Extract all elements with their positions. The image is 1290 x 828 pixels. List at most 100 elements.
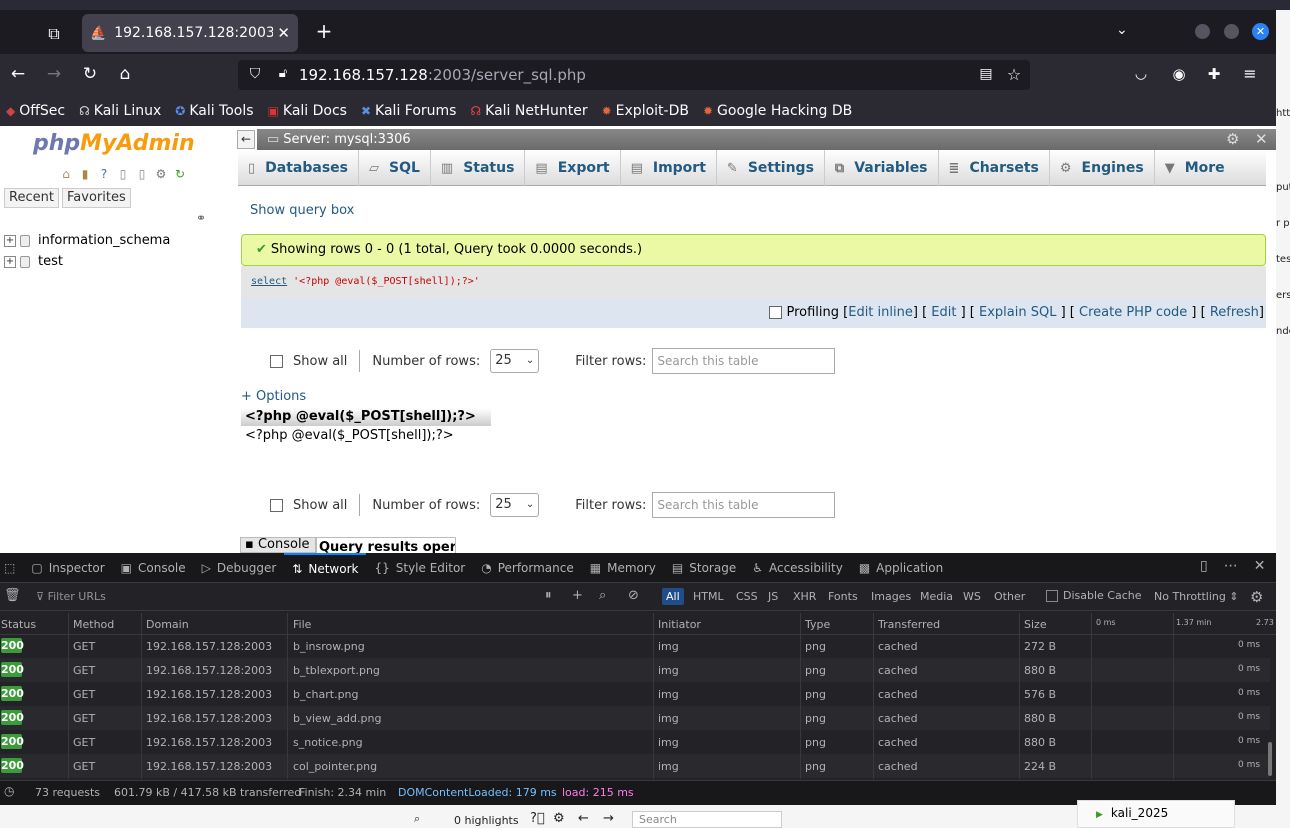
active-tab[interactable]: ⛵ 192.168.157.128:2003 / my ✕ — [82, 14, 298, 52]
reload-icon[interactable]: ↻ — [79, 64, 101, 84]
expand-icon[interactable]: + — [4, 255, 16, 268]
show-all-checkbox[interactable] — [270, 354, 283, 368]
table-row[interactable]: 200 GET 192.168.157.128:2003 b_chart.png img… — [0, 682, 1270, 706]
tab-databases[interactable]: ▯ Databases — [238, 150, 359, 186]
filter-images[interactable]: Images — [871, 590, 911, 603]
db-tree-item[interactable]: + information_schema — [4, 233, 170, 248]
dock-icon[interactable]: ▯ — [1200, 558, 1208, 574]
profiling-checkbox[interactable] — [769, 306, 783, 319]
shield-icon[interactable]: ⛉ — [244, 66, 266, 82]
filter-urls-input[interactable]: ⊽ Filter URLs — [36, 590, 106, 603]
gear-icon[interactable]: ⚙ — [553, 811, 565, 826]
filter-html[interactable]: HTML — [693, 590, 724, 603]
tab-settings[interactable]: ✎ Settings — [717, 150, 825, 186]
db-name[interactable]: test — [38, 254, 63, 269]
pocket-icon[interactable]: ◡ — [1130, 66, 1152, 82]
recent-button[interactable]: Recent — [4, 188, 59, 208]
rows-select[interactable]: 25 ⌄ — [490, 493, 540, 517]
filter-all[interactable]: All — [662, 588, 684, 605]
create-php-link[interactable]: Create PHP code — [1079, 305, 1187, 320]
tab-performance[interactable]: ◔ Performance — [473, 553, 582, 583]
docs-icon[interactable]: ? — [96, 166, 112, 182]
tab-sql[interactable]: ▱ SQL — [359, 150, 431, 186]
filter-css[interactable]: CSS — [736, 590, 758, 603]
home-icon[interactable]: ⌂ — [114, 64, 136, 84]
disable-cache-toggle[interactable]: Disable Cache — [1046, 589, 1142, 602]
bookmark-offsec[interactable]: ◆ OffSec — [6, 103, 65, 119]
filter-rows-input[interactable]: Search this table — [652, 348, 836, 374]
tab-console[interactable]: ▣ Console — [113, 553, 194, 583]
collapse-nav-button[interactable]: ← — [237, 130, 255, 149]
reload-icon[interactable]: ↻ — [172, 166, 188, 182]
minimize-button[interactable] — [1195, 24, 1210, 39]
col-type[interactable]: Type — [805, 618, 830, 631]
pick-element-icon[interactable]: ⬚ — [0, 553, 23, 583]
throttling-select[interactable]: No Throttling ⇕ — [1154, 590, 1239, 603]
gear-icon[interactable]: ⚙ — [1250, 588, 1263, 606]
server-breadcrumb[interactable]: ▭ Server: mysql:3306 — [257, 129, 1276, 150]
sql-keyword[interactable]: select — [251, 276, 287, 287]
new-tab-button[interactable]: + — [312, 20, 336, 44]
tab-import[interactable]: ▤ Import — [621, 150, 717, 186]
add-icon[interactable]: + — [572, 588, 583, 603]
table-row[interactable]: 200 GET 192.168.157.128:2003 s_notice.png im… — [0, 730, 1270, 754]
table-row[interactable]: 200 GET 192.168.157.128:2003 b_insrow.png im… — [0, 634, 1270, 658]
tab-export[interactable]: ▤ Export — [525, 150, 621, 186]
col-status[interactable]: Status — [1, 618, 36, 631]
filter-media[interactable]: Media — [920, 590, 953, 603]
chevron-down-icon[interactable]: ⌄ — [1116, 22, 1128, 38]
arrow-left-icon[interactable]: ← — [578, 811, 589, 826]
console-button[interactable]: ▪ Console — [240, 537, 316, 553]
search-icon[interactable]: ⌕ — [414, 812, 420, 826]
reader-view-icon[interactable]: ▤ — [975, 66, 997, 82]
tab-list-icon[interactable]: ⧉ — [38, 20, 70, 48]
tab-close-icon[interactable]: ✕ — [277, 24, 290, 42]
col-method[interactable]: Method — [73, 618, 114, 631]
tab-inspector[interactable]: ▢ Inspector — [23, 553, 112, 583]
favorites-button[interactable]: Favorites — [62, 188, 131, 208]
show-query-box-link[interactable]: Show query box — [250, 203, 354, 218]
filter-fonts[interactable]: Fonts — [828, 590, 858, 603]
tab-style-editor[interactable]: {} Style Editor — [366, 553, 473, 583]
rows-select[interactable]: 25 ⌄ — [490, 349, 540, 373]
block-icon[interactable]: ⊘ — [628, 588, 639, 603]
bookmark-kali-docs[interactable]: ▣ Kali Docs — [268, 103, 347, 119]
bookmark-kali-forums[interactable]: ✖ Kali Forums — [361, 103, 457, 119]
options-link[interactable]: + Options — [241, 389, 306, 404]
filter-xhr[interactable]: XHR — [793, 590, 816, 603]
menu-icon[interactable]: ≡ — [1239, 64, 1261, 83]
query-results-operations[interactable]: Query results operations — [316, 537, 456, 553]
sql-docs-icon[interactable]: ▯ — [134, 166, 150, 182]
bookmark-exploit-db[interactable]: ✹ Exploit-DB — [602, 103, 689, 119]
filter-js[interactable]: JS — [768, 590, 778, 603]
tab-variables[interactable]: ⧉ Variables — [825, 150, 939, 186]
filter-other[interactable]: Other — [994, 590, 1025, 603]
show-all-checkbox[interactable] — [270, 498, 283, 512]
tab-accessibility[interactable]: ♿︎ Accessibility — [744, 553, 851, 583]
pma-logo[interactable]: phpMyAdmin — [33, 131, 195, 156]
edit-link[interactable]: Edit — [931, 305, 956, 320]
tab-charsets[interactable]: ≣ Charsets — [939, 150, 1050, 186]
trash-icon[interactable]: 🗑︎ — [4, 588, 21, 603]
col-initiator[interactable]: Initiator — [658, 618, 701, 631]
bookmark-kali-linux[interactable]: ☊ Kali Linux — [79, 103, 161, 119]
taskbar-search-input[interactable]: Search — [632, 811, 782, 828]
arrow-right-icon[interactable]: → — [603, 811, 614, 826]
logout-icon[interactable]: ▮ — [77, 166, 93, 182]
home-icon[interactable]: ⌂ — [58, 166, 74, 182]
tab-storage[interactable]: ▤ Storage — [664, 553, 744, 583]
search-icon[interactable]: ⌕ — [599, 588, 606, 603]
extensions-icon[interactable]: ✚ — [1203, 65, 1225, 83]
account-icon[interactable]: ◉ — [1168, 65, 1190, 83]
tab-memory[interactable]: ▦ Memory — [582, 553, 664, 583]
disable-cache-checkbox[interactable] — [1046, 589, 1058, 602]
tab-more[interactable]: ▼ More — [1155, 150, 1235, 186]
tab-network[interactable]: ⇅ Network — [284, 552, 367, 583]
insecure-lock-icon[interactable]: 🔓︎ — [272, 66, 294, 81]
window-close-button[interactable]: ✕ — [1252, 23, 1269, 40]
pause-icon[interactable]: ⏸︎ — [545, 588, 552, 603]
refresh-link[interactable]: Refresh — [1210, 305, 1259, 320]
table-row[interactable]: 200 GET 192.168.157.128:2003 b_view_add.png… — [0, 706, 1270, 730]
bookmark-kali-nethunter[interactable]: ☊ Kali NetHunter — [470, 103, 587, 119]
gear-icon[interactable]: ⚙ — [1226, 130, 1239, 148]
